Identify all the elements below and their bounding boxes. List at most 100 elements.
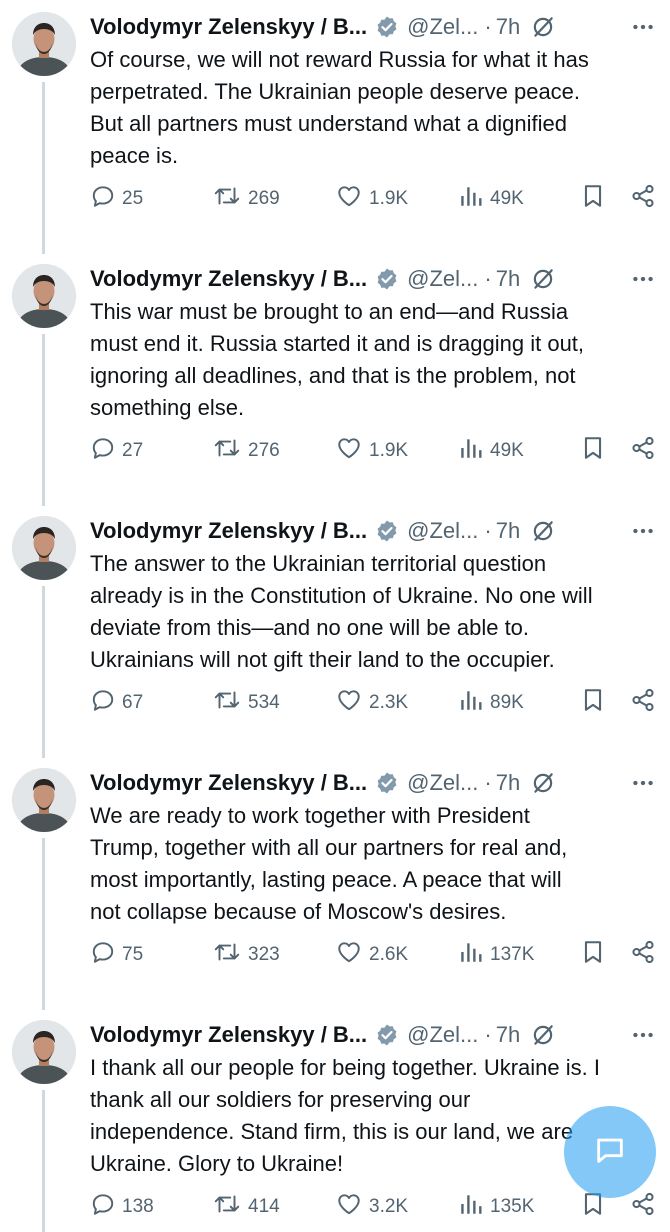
bookmark-button[interactable] xyxy=(580,184,606,214)
reply-button[interactable]: 67 xyxy=(90,688,143,718)
thread-connector xyxy=(42,838,45,1010)
views-button[interactable]: 135K xyxy=(458,1192,534,1222)
like-icon xyxy=(335,1191,363,1223)
thread-connector xyxy=(42,82,45,254)
grok-icon[interactable] xyxy=(530,518,556,544)
views-icon xyxy=(458,1191,484,1223)
thread-connector xyxy=(42,1090,45,1232)
tweet[interactable]: Volodymyr Zelenskyy / B... @Zel... · 7h … xyxy=(0,0,670,254)
tweet-header: Volodymyr Zelenskyy / B... @Zel... · 7h xyxy=(90,12,660,42)
views-button[interactable]: 49K xyxy=(458,184,524,214)
timestamp[interactable]: 7h xyxy=(496,14,520,40)
views-icon xyxy=(458,939,484,971)
bookmark-icon xyxy=(580,938,606,972)
share-button[interactable] xyxy=(630,436,656,466)
bookmark-button[interactable] xyxy=(580,940,606,970)
like-button[interactable]: 1.9K xyxy=(335,436,408,466)
views-button[interactable]: 89K xyxy=(458,688,524,718)
reply-button[interactable]: 25 xyxy=(90,184,143,214)
author-name[interactable]: Volodymyr Zelenskyy / B... xyxy=(90,518,367,544)
timestamp[interactable]: 7h xyxy=(496,770,520,796)
tweet[interactable]: Volodymyr Zelenskyy / B... @Zel... · 7h … xyxy=(0,504,670,758)
share-icon xyxy=(630,435,656,467)
like-icon xyxy=(335,183,363,215)
timestamp[interactable]: 7h xyxy=(496,266,520,292)
author-name[interactable]: Volodymyr Zelenskyy / B... xyxy=(90,14,367,40)
reply-icon xyxy=(90,687,116,719)
author-handle[interactable]: @Zel... xyxy=(407,1022,478,1048)
verified-badge-icon[interactable] xyxy=(375,1023,399,1047)
bookmark-button[interactable] xyxy=(580,436,606,466)
view-count: 135K xyxy=(490,1196,535,1217)
share-button[interactable] xyxy=(630,940,656,970)
author-handle[interactable]: @Zel... xyxy=(407,266,478,292)
repost-count: 534 xyxy=(248,692,280,713)
views-button[interactable]: 49K xyxy=(458,436,524,466)
more-icon[interactable] xyxy=(630,770,660,796)
repost-count: 276 xyxy=(248,440,280,461)
repost-button[interactable]: 269 xyxy=(212,184,280,214)
like-count: 1.9K xyxy=(369,188,409,209)
tweet[interactable]: Volodymyr Zelenskyy / B... @Zel... · 7h … xyxy=(0,1008,670,1232)
grok-icon[interactable] xyxy=(530,770,556,796)
avatar[interactable] xyxy=(12,768,76,832)
verified-badge-icon[interactable] xyxy=(375,267,399,291)
repost-button[interactable]: 414 xyxy=(212,1192,280,1222)
repost-button[interactable]: 534 xyxy=(212,688,280,718)
share-button[interactable] xyxy=(630,184,656,214)
author-name[interactable]: Volodymyr Zelenskyy / B... xyxy=(90,770,367,796)
tweet[interactable]: Volodymyr Zelenskyy / B... @Zel... · 7h … xyxy=(0,756,670,1010)
share-button[interactable] xyxy=(630,1192,656,1222)
timestamp[interactable]: 7h xyxy=(496,518,520,544)
like-count: 3.2K xyxy=(369,1196,409,1217)
grok-icon[interactable] xyxy=(530,266,556,292)
like-count: 2.3K xyxy=(369,692,409,713)
compose-button[interactable] xyxy=(564,1106,656,1198)
views-button[interactable]: 137K xyxy=(458,940,534,970)
reply-button[interactable]: 75 xyxy=(90,940,143,970)
thread-connector xyxy=(42,334,45,506)
like-button[interactable]: 1.9K xyxy=(335,184,408,214)
more-icon[interactable] xyxy=(630,266,660,292)
view-count: 49K xyxy=(490,188,524,209)
author-handle[interactable]: @Zel... xyxy=(407,770,478,796)
author-name[interactable]: Volodymyr Zelenskyy / B... xyxy=(90,1022,367,1048)
like-icon xyxy=(335,435,363,467)
separator-dot: · xyxy=(484,266,492,291)
like-button[interactable]: 2.3K xyxy=(335,688,408,718)
avatar[interactable] xyxy=(12,1020,76,1084)
grok-icon[interactable] xyxy=(530,1022,556,1048)
repost-button[interactable]: 276 xyxy=(212,436,280,466)
avatar[interactable] xyxy=(12,516,76,580)
repost-icon xyxy=(212,939,242,971)
reply-icon xyxy=(90,939,116,971)
avatar[interactable] xyxy=(12,264,76,328)
grok-icon[interactable] xyxy=(530,14,556,40)
bookmark-icon xyxy=(580,686,606,720)
action-bar: 138 414 3.2K 135K xyxy=(90,1192,660,1222)
repost-icon xyxy=(212,435,242,467)
verified-badge-icon[interactable] xyxy=(375,771,399,795)
reply-button[interactable]: 27 xyxy=(90,436,143,466)
separator-dot: · xyxy=(484,770,492,795)
avatar[interactable] xyxy=(12,12,76,76)
action-bar: 25 269 1.9K 49K xyxy=(90,184,660,214)
more-icon[interactable] xyxy=(630,1022,660,1048)
like-button[interactable]: 2.6K xyxy=(335,940,408,970)
verified-badge-icon[interactable] xyxy=(375,15,399,39)
more-icon[interactable] xyxy=(630,518,660,544)
tweet-text: Of course, we will not reward Russia for… xyxy=(90,47,589,168)
compose-icon xyxy=(593,1133,627,1172)
author-handle[interactable]: @Zel... xyxy=(407,518,478,544)
verified-badge-icon[interactable] xyxy=(375,519,399,543)
timestamp[interactable]: 7h xyxy=(496,1022,520,1048)
more-icon[interactable] xyxy=(630,14,660,40)
share-button[interactable] xyxy=(630,688,656,718)
author-name[interactable]: Volodymyr Zelenskyy / B... xyxy=(90,266,367,292)
tweet[interactable]: Volodymyr Zelenskyy / B... @Zel... · 7h … xyxy=(0,252,670,506)
bookmark-button[interactable] xyxy=(580,688,606,718)
author-handle[interactable]: @Zel... xyxy=(407,14,478,40)
like-button[interactable]: 3.2K xyxy=(335,1192,408,1222)
repost-button[interactable]: 323 xyxy=(212,940,280,970)
reply-button[interactable]: 138 xyxy=(90,1192,154,1222)
